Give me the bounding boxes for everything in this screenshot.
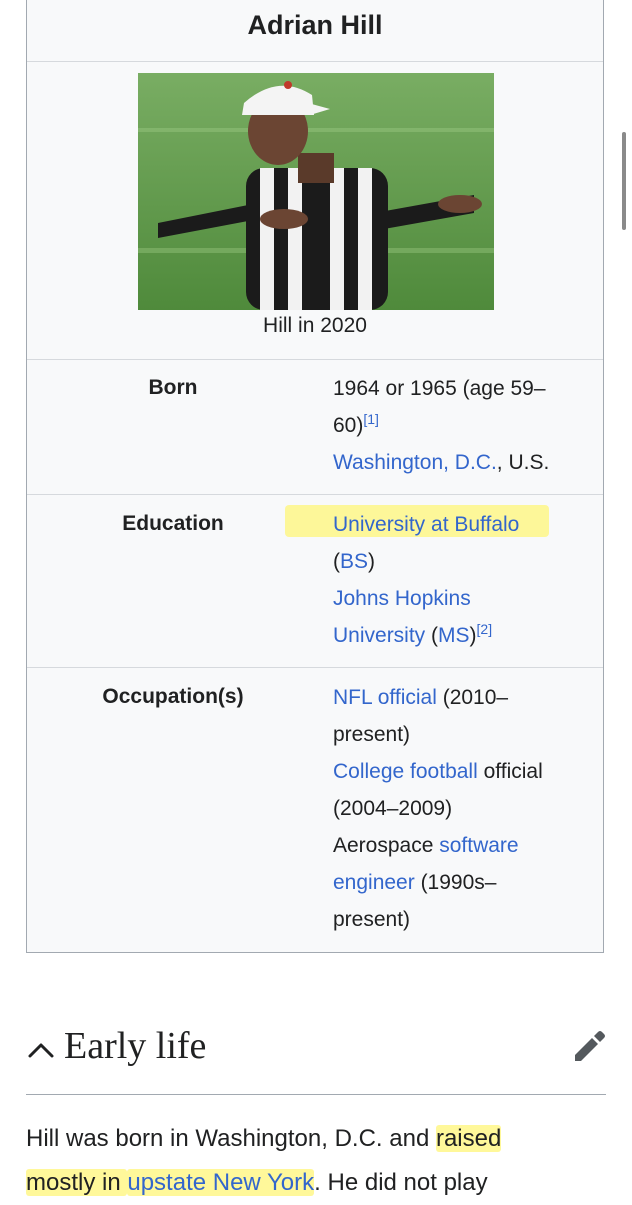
university-at-buffalo-link[interactable]: University at Buffalo xyxy=(333,513,519,536)
highlighted-text: mostly in xyxy=(26,1169,128,1196)
occupation-text: present) xyxy=(333,723,411,746)
born-text: 1964 or 1965 (age 59– xyxy=(333,377,546,400)
chevron-up-icon[interactable] xyxy=(26,1036,56,1066)
occupation-text: (2004–2009) xyxy=(333,797,453,820)
divider xyxy=(27,61,603,62)
born-country: , U.S. xyxy=(496,451,550,474)
education-value: University at Buffalo (BS) Johns Hopkins… xyxy=(333,506,595,654)
born-label: Born xyxy=(148,376,198,399)
upstate-new-york-link[interactable]: upstate New York xyxy=(127,1169,315,1196)
infobox: Adrian Hill Hill in 2020 Born 1964 or 19… xyxy=(26,0,604,953)
johns-hopkins-link-line2[interactable]: University xyxy=(333,624,425,647)
infobox-photo[interactable] xyxy=(138,73,494,310)
photo-caption: Hill in 2020 xyxy=(263,314,367,337)
paragraph-text: Hill was born in Washington, D.C. and xyxy=(26,1125,436,1152)
section-heading-early-life[interactable]: Early life xyxy=(26,1022,606,1095)
paren: ) xyxy=(368,550,376,573)
infobox-title: Adrian Hill xyxy=(247,10,383,40)
washington-dc-link[interactable]: Washington, D.C. xyxy=(333,451,497,474)
paragraph-text: . He did not play xyxy=(314,1169,488,1196)
software-link[interactable]: software xyxy=(439,834,518,857)
highlighted-text: raised xyxy=(435,1125,502,1152)
education-label: Education xyxy=(122,512,224,535)
paren: ( xyxy=(425,624,439,647)
bs-link[interactable]: BS xyxy=(340,550,368,573)
occupation-text: official xyxy=(477,760,543,783)
early-life-paragraph: Hill was born in Washington, D.C. and ra… xyxy=(26,1117,616,1205)
college-football-link[interactable]: College football xyxy=(333,760,478,783)
divider xyxy=(27,359,603,360)
divider xyxy=(27,667,603,668)
divider xyxy=(27,494,603,495)
section-title: Early life xyxy=(64,1025,207,1067)
occupation-text: (2010– xyxy=(436,686,509,709)
reference-link[interactable]: [1] xyxy=(363,411,379,427)
reference-link[interactable]: [2] xyxy=(477,621,493,637)
occupation-value: NFL official (2010– present) College foo… xyxy=(333,679,595,938)
occupation-text: Aerospace xyxy=(333,834,440,857)
occupation-label: Occupation(s) xyxy=(102,685,244,708)
pencil-icon[interactable] xyxy=(572,1030,606,1064)
scrollbar[interactable] xyxy=(622,132,626,230)
paren: ( xyxy=(333,550,340,573)
nfl-official-link[interactable]: NFL official xyxy=(333,686,437,709)
ms-link[interactable]: MS xyxy=(438,624,470,647)
occupation-text: present) xyxy=(333,908,411,931)
born-text-2: 60) xyxy=(333,414,364,437)
johns-hopkins-link[interactable]: Johns Hopkins xyxy=(333,587,471,610)
referee-image xyxy=(138,73,494,310)
occupation-text: (1990s– xyxy=(414,871,497,894)
born-value: 1964 or 1965 (age 59– 60)[1] Washington,… xyxy=(333,370,595,481)
engineer-link[interactable]: engineer xyxy=(333,871,415,894)
paren: ) xyxy=(469,624,477,647)
